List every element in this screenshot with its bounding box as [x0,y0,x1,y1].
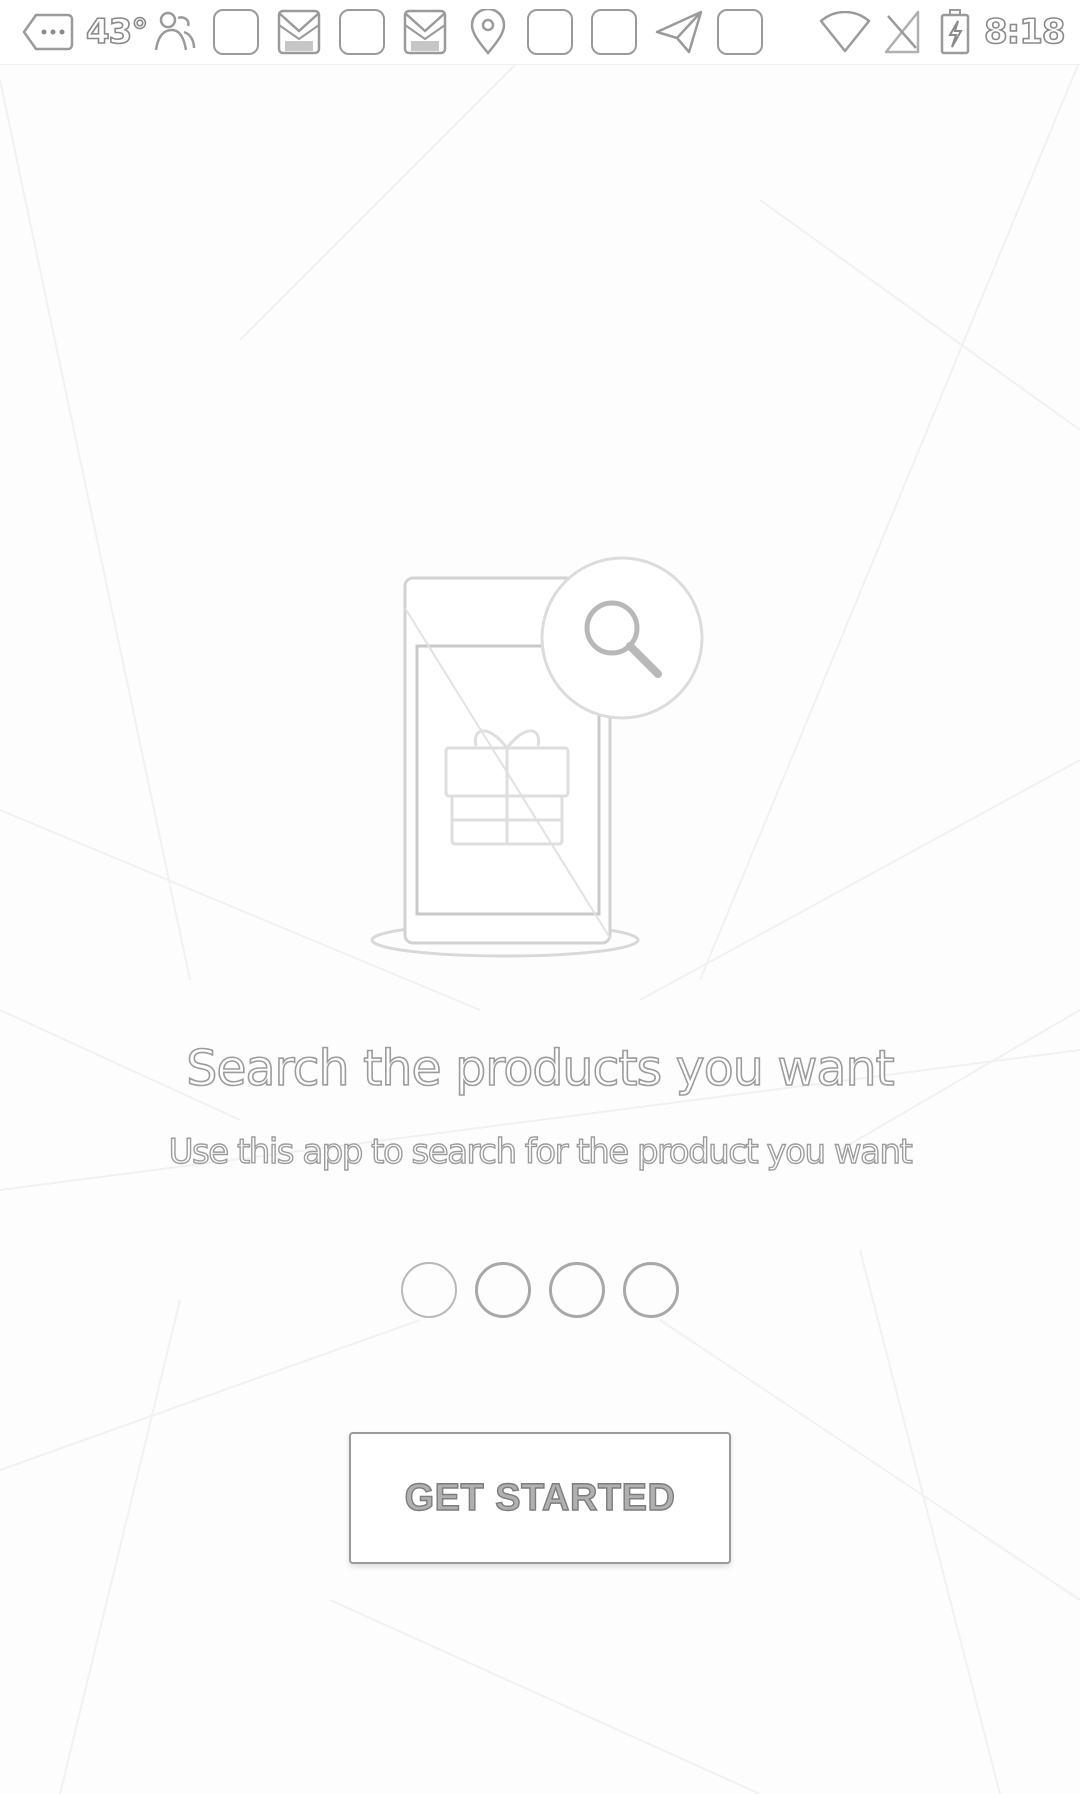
location-pin-icon [466,9,510,55]
gift-mail-icon [276,9,322,55]
get-started-label: GET STARTED [404,1476,676,1519]
wifi-icon [818,10,872,54]
app-icon [590,9,638,55]
app-icon [526,9,574,55]
battery-charging-icon [938,9,972,55]
page-dot-1[interactable] [401,1262,457,1318]
page-dot-4[interactable] [623,1262,679,1318]
gift-mail-icon [402,9,448,55]
more-notifications-icon [22,10,74,54]
app-icon [212,9,260,55]
onboarding-screen: 43° 8:18 Search the products you want Us… [0,0,1080,1794]
people-icon [152,10,198,54]
app-icon [338,9,386,55]
temperature-label: 43° [85,11,149,53]
status-bar: 43° 8:18 [0,0,1080,65]
onboarding-subtitle: Use this app to search for the product y… [168,1131,914,1172]
clock-label: 8:18 [983,11,1066,53]
get-started-button[interactable]: GET STARTED [349,1432,731,1564]
app-icon [716,9,764,55]
onboarding-title: Search the products you want [185,1039,895,1098]
phone-search-gift-illustration [370,556,704,958]
page-indicator [0,1262,1080,1326]
send-icon [654,10,704,54]
page-dot-2[interactable] [475,1262,531,1318]
page-dot-3[interactable] [549,1262,605,1318]
no-sim-icon [882,10,922,54]
